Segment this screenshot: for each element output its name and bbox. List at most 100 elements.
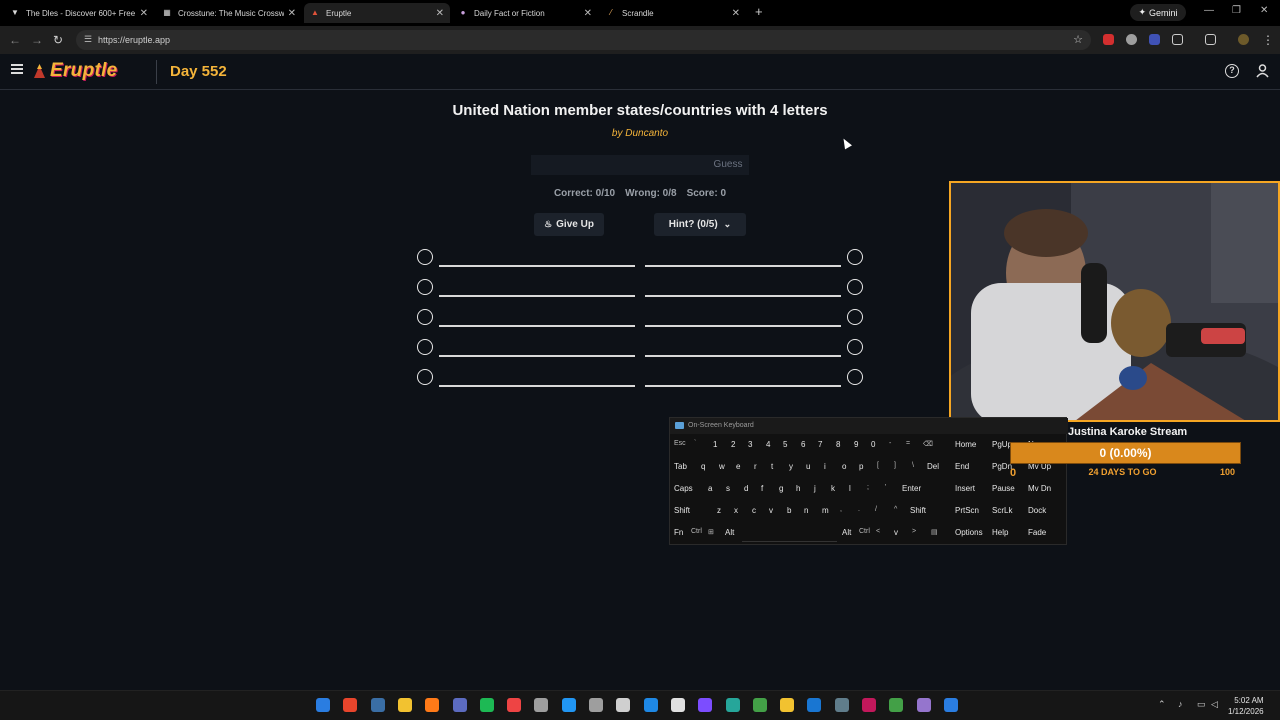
keyboard-key[interactable]: PgUp bbox=[992, 440, 1012, 449]
extension-icon[interactable] bbox=[1126, 34, 1137, 45]
volume-icon[interactable]: ◁ bbox=[1211, 699, 1218, 710]
keyboard-key[interactable]: 8 bbox=[836, 440, 840, 449]
keyboard-key[interactable]: 7 bbox=[818, 440, 822, 449]
back-icon[interactable]: ← bbox=[9, 33, 21, 47]
keyboard-key[interactable]: < bbox=[876, 528, 880, 535]
keyboard-key[interactable]: Caps bbox=[674, 484, 693, 493]
keyboard-key[interactable]: ] bbox=[894, 462, 896, 469]
keyboard-title-bar[interactable]: On-Screen Keyboard bbox=[670, 418, 1068, 434]
keyboard-key[interactable]: ` bbox=[694, 440, 696, 447]
keyboard-key[interactable]: = bbox=[906, 440, 910, 447]
tray-chevron-icon[interactable]: ⌃ bbox=[1158, 699, 1166, 710]
bookmark-star-icon[interactable]: ☆ bbox=[1073, 33, 1083, 46]
keyboard-key[interactable] bbox=[742, 528, 837, 542]
minimize-icon[interactable]: — bbox=[1204, 5, 1214, 16]
keyboard-key[interactable]: 6 bbox=[801, 440, 805, 449]
keyboard-key[interactable]: ^ bbox=[894, 506, 897, 513]
taskbar-app-icon[interactable] bbox=[670, 698, 685, 712]
extension-icon[interactable] bbox=[1103, 34, 1114, 45]
keyboard-key[interactable]: v bbox=[769, 506, 773, 515]
taskbar-app-icon[interactable] bbox=[725, 698, 740, 712]
keyboard-key[interactable]: m bbox=[822, 506, 829, 515]
keyboard-key[interactable]: e bbox=[736, 462, 740, 471]
taskbar-app-icon[interactable] bbox=[370, 698, 385, 712]
keyboard-key[interactable]: ▤ bbox=[931, 528, 938, 536]
give-up-button[interactable]: ♨ Give Up bbox=[534, 213, 604, 236]
keyboard-key[interactable]: Fade bbox=[1028, 528, 1046, 537]
keyboard-key[interactable]: ' bbox=[885, 484, 886, 491]
keyboard-key[interactable]: 5 bbox=[783, 440, 787, 449]
keyboard-key[interactable]: Dock bbox=[1028, 506, 1046, 515]
close-tab-icon[interactable]: ✕ bbox=[732, 8, 740, 19]
close-tab-icon[interactable]: ✕ bbox=[288, 8, 296, 19]
keyboard-key[interactable]: s bbox=[726, 484, 730, 493]
keyboard-key[interactable]: , bbox=[840, 506, 842, 513]
keyboard-key[interactable]: v bbox=[894, 528, 898, 537]
keyboard-key[interactable]: Alt bbox=[725, 528, 734, 537]
taskbar-app-icon[interactable] bbox=[397, 698, 412, 712]
taskbar-app-icon[interactable] bbox=[889, 698, 904, 712]
keyboard-key[interactable]: [ bbox=[877, 462, 879, 469]
keyboard-key[interactable]: h bbox=[796, 484, 800, 493]
keyboard-key[interactable]: Alt bbox=[842, 528, 851, 537]
keyboard-key[interactable]: Pause bbox=[992, 484, 1015, 493]
close-tab-icon[interactable]: ✕ bbox=[584, 8, 592, 19]
forward-icon[interactable]: → bbox=[31, 33, 43, 47]
keyboard-key[interactable]: Fn bbox=[674, 528, 683, 537]
keyboard-key[interactable]: Del bbox=[927, 462, 939, 471]
keyboard-key[interactable]: PgDn bbox=[992, 462, 1012, 471]
help-icon[interactable]: ? bbox=[1225, 64, 1239, 78]
address-bar[interactable]: ☰ https://eruptle.app ☆ bbox=[76, 30, 1091, 50]
keyboard-key[interactable]: 1 bbox=[713, 440, 717, 449]
keyboard-key[interactable]: w bbox=[719, 462, 725, 471]
taskbar-app-icon[interactable] bbox=[425, 698, 440, 712]
restore-icon[interactable]: ❐ bbox=[1232, 5, 1241, 16]
keyboard-key[interactable]: ; bbox=[867, 484, 869, 491]
keyboard-key[interactable]: q bbox=[701, 462, 705, 471]
tab-scrandle[interactable]: ⁄ Scrandle ✕ bbox=[600, 3, 746, 23]
tab-eruptle[interactable]: ▲ Eruptle ✕ bbox=[304, 3, 450, 23]
keyboard-key[interactable]: Insert bbox=[955, 484, 975, 493]
taskbar-app-icon[interactable] bbox=[807, 698, 822, 712]
taskbar-app-icon[interactable] bbox=[534, 698, 549, 712]
tab-daily-fact-or-fiction[interactable]: ● Daily Fact or Fiction ✕ bbox=[452, 3, 598, 23]
keyboard-key[interactable]: k bbox=[831, 484, 835, 493]
kebab-menu-icon[interactable]: ⋮ bbox=[1262, 33, 1274, 47]
reload-icon[interactable]: ↻ bbox=[53, 33, 63, 47]
keyboard-key[interactable]: Tab bbox=[674, 462, 687, 471]
close-tab-icon[interactable]: ✕ bbox=[140, 8, 148, 19]
keyboard-key[interactable]: 4 bbox=[766, 440, 770, 449]
taskbar-app-icon[interactable] bbox=[643, 698, 658, 712]
keyboard-key[interactable]: c bbox=[752, 506, 756, 515]
taskbar-app-icon[interactable] bbox=[561, 698, 576, 712]
taskbar-app-icon[interactable] bbox=[479, 698, 494, 712]
keyboard-key[interactable]: z bbox=[717, 506, 721, 515]
taskbar-app-icon[interactable] bbox=[916, 698, 931, 712]
keyboard-key[interactable]: b bbox=[787, 506, 791, 515]
keyboard-key[interactable]: a bbox=[708, 484, 712, 493]
taskbar-clock[interactable]: 5:02 AM 1/12/2026 bbox=[1228, 695, 1264, 717]
microphone-icon[interactable]: ♪ bbox=[1178, 699, 1183, 709]
on-screen-keyboard[interactable]: On-Screen Keyboard Esc ` 1 2 3 4 5 6 7 8 9 0 - = ⌫ Tab q… bbox=[669, 417, 1068, 545]
guess-button[interactable]: Guess bbox=[707, 155, 749, 175]
taskbar-app-icon[interactable] bbox=[780, 698, 795, 712]
keyboard-key[interactable]: r bbox=[754, 462, 757, 471]
hint-button[interactable]: Hint? (0/5) ⌄ bbox=[654, 213, 746, 236]
taskbar-app-icon[interactable] bbox=[589, 698, 603, 712]
user-icon[interactable] bbox=[1256, 64, 1269, 78]
extension-icon[interactable] bbox=[1149, 34, 1160, 45]
keyboard-key[interactable]: Shift bbox=[910, 506, 926, 515]
hamburger-menu-icon[interactable] bbox=[11, 64, 23, 74]
side-panel-icon[interactable] bbox=[1205, 34, 1216, 45]
taskbar-app-icon[interactable] bbox=[616, 698, 631, 712]
taskbar-app-icon[interactable] bbox=[752, 698, 767, 712]
keyboard-key[interactable]: Mv Dn bbox=[1028, 484, 1051, 493]
taskbar-app-icon[interactable] bbox=[698, 698, 713, 712]
keyboard-key[interactable]: - bbox=[889, 440, 891, 447]
keyboard-key[interactable]: f bbox=[761, 484, 763, 493]
keyboard-key[interactable]: x bbox=[734, 506, 738, 515]
keyboard-key[interactable]: t bbox=[771, 462, 773, 471]
keyboard-key[interactable]: \ bbox=[912, 462, 914, 469]
keyboard-key[interactable]: l bbox=[849, 484, 851, 493]
keyboard-key[interactable]: j bbox=[814, 484, 816, 493]
